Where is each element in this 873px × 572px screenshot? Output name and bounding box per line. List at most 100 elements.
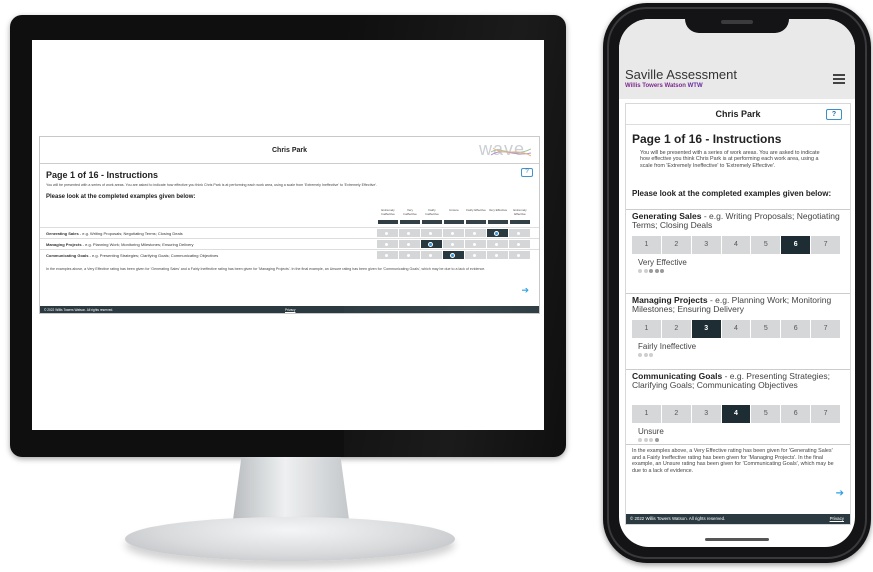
- rating-radio[interactable]: [487, 229, 508, 237]
- item-label: Generating Sales - e.g. Writing Proposal…: [632, 212, 842, 230]
- radio-dot-icon: [495, 253, 498, 257]
- dot-icon: [643, 269, 648, 273]
- rating-radio[interactable]: [465, 240, 486, 248]
- column-bar: [466, 220, 486, 224]
- help-button[interactable]: ?: [521, 168, 533, 177]
- radio-dot-icon: [407, 253, 410, 257]
- rating-button[interactable]: 5: [751, 405, 781, 423]
- arrow-right-icon[interactable]: ➔: [521, 285, 529, 296]
- rating-radio[interactable]: [421, 240, 442, 248]
- rating-radio[interactable]: [377, 229, 398, 237]
- privacy-link[interactable]: Privacy: [830, 516, 844, 521]
- examples-heading: Please look at the completed examples gi…: [632, 189, 832, 198]
- rating-button[interactable]: 3: [691, 405, 721, 423]
- rating-radio[interactable]: [399, 251, 420, 259]
- rating-button[interactable]: 4: [721, 320, 751, 338]
- rating-label: Fairly Ineffective: [638, 342, 697, 351]
- rating-radio[interactable]: [487, 240, 508, 248]
- dot-icon: [654, 438, 659, 442]
- brand-title: Saville Assessment: [625, 67, 737, 82]
- rating-button[interactable]: 6: [781, 405, 811, 423]
- radio-dot-icon: [473, 253, 476, 257]
- dot-icon: [643, 353, 648, 357]
- mobile-footer: © 2022 Willis Towers Watson. All rights …: [626, 514, 850, 524]
- rating-button[interactable]: 3: [691, 236, 721, 254]
- column-header: Unsure: [449, 208, 459, 212]
- rating-scale: 1234567: [632, 320, 841, 338]
- rating-radio[interactable]: [377, 251, 398, 259]
- divider: [626, 369, 850, 370]
- desktop-monitor: Chris Park wave Page 1 of 16 - Instructi…: [10, 15, 566, 457]
- dot-icon: [649, 353, 653, 357]
- dot-icon: [638, 269, 642, 273]
- row-description: - e.g. Planning Work; Monitoring Milesto…: [81, 242, 194, 247]
- rating-dots: [638, 438, 659, 442]
- rating-radio[interactable]: [443, 251, 464, 259]
- rating-radio[interactable]: [377, 240, 398, 248]
- rating-radio[interactable]: [399, 229, 420, 237]
- examples-explanation: In the examples above, a Very Effective …: [46, 267, 486, 271]
- candidate-name: Chris Park: [271, 146, 308, 154]
- rating-radio[interactable]: [443, 240, 464, 248]
- radio-dot-icon: [494, 230, 499, 236]
- instructions-text: You will be presented with a series of w…: [46, 183, 378, 187]
- rating-button[interactable]: 7: [811, 236, 841, 254]
- table-row: Communicating Goals - e.g. Presenting St…: [40, 249, 539, 260]
- rating-button[interactable]: 1: [632, 405, 661, 423]
- copyright-text: © 2022 Willis Towers Watson. All rights …: [44, 307, 114, 312]
- rating-button[interactable]: 1: [632, 320, 661, 338]
- rating-button[interactable]: 7: [811, 405, 841, 423]
- desktop-screen: Chris Park wave Page 1 of 16 - Instructi…: [32, 40, 544, 430]
- rating-radio[interactable]: [465, 229, 486, 237]
- radio-dot-icon: [517, 231, 520, 235]
- wave-logo-icon: [491, 147, 531, 157]
- column-header: Very Effective: [488, 208, 508, 212]
- dot-icon: [643, 438, 648, 442]
- rating-button[interactable]: 1: [632, 236, 661, 254]
- help-button[interactable]: ?: [826, 109, 842, 120]
- radio-dot-icon: [428, 241, 433, 247]
- rating-radio[interactable]: [399, 240, 420, 248]
- candidate-name: Chris Park: [715, 109, 761, 119]
- rating-radio[interactable]: [509, 229, 530, 237]
- rating-radio[interactable]: [509, 251, 530, 259]
- column-bar: [378, 220, 398, 224]
- column-header: Fairly Effective: [466, 208, 486, 212]
- rating-dots: [638, 353, 653, 357]
- rating-button[interactable]: 4: [721, 236, 751, 254]
- rating-button[interactable]: 4: [721, 405, 751, 423]
- mobile-questionnaire-card: Chris Park ? Page 1 of 16 - Instructions…: [625, 103, 851, 525]
- copyright-text: © 2022 Willis Towers Watson. All rights …: [630, 516, 726, 521]
- mobile-phone: Saville Assessment Willis Towers Watson …: [603, 3, 871, 563]
- arrow-right-icon[interactable]: ➔: [836, 488, 844, 499]
- dot-icon: [638, 438, 642, 442]
- rating-radio[interactable]: [487, 251, 508, 259]
- rating-scale: 1234567: [632, 405, 841, 423]
- rating-button[interactable]: 2: [661, 236, 691, 254]
- rating-button[interactable]: 6: [781, 320, 811, 338]
- rating-button[interactable]: 5: [751, 320, 781, 338]
- radio-dot-icon: [517, 242, 520, 246]
- privacy-link[interactable]: Privacy: [285, 308, 295, 312]
- mobile-name-row: Chris Park ?: [626, 104, 850, 125]
- rating-button[interactable]: 3: [691, 320, 721, 338]
- radio-dot-icon: [517, 253, 520, 257]
- rating-button[interactable]: 5: [751, 236, 781, 254]
- rating-button[interactable]: 7: [811, 320, 841, 338]
- rating-button[interactable]: 2: [661, 405, 691, 423]
- rating-radio[interactable]: [443, 229, 464, 237]
- radio-dot-icon: [451, 231, 454, 235]
- radio-dot-icon: [407, 231, 410, 235]
- desktop-header: Chris Park wave: [40, 137, 539, 164]
- rating-radio[interactable]: [509, 240, 530, 248]
- hamburger-menu-icon[interactable]: [833, 74, 845, 87]
- dot-icon: [654, 269, 659, 273]
- rating-radio[interactable]: [421, 251, 442, 259]
- rating-radio[interactable]: [465, 251, 486, 259]
- rating-button[interactable]: 2: [661, 320, 691, 338]
- rating-radio[interactable]: [421, 229, 442, 237]
- rating-button[interactable]: 6: [781, 236, 811, 254]
- rating-label: Unsure: [638, 427, 664, 436]
- dot-icon: [638, 353, 642, 357]
- column-header: Extremely Ineffective: [381, 208, 395, 216]
